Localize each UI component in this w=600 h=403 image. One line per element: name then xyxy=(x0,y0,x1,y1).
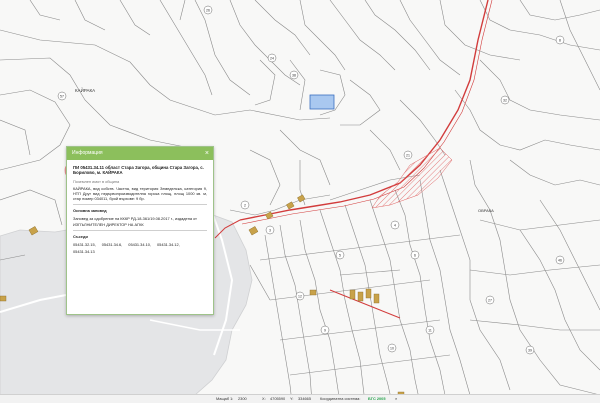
parcel-num-39: 39 xyxy=(528,348,532,352)
parcel-subtitle: Поземлен имот в община xyxy=(73,179,120,185)
parcel-title: ПИ 05431.34.11 област Стара Загора, общи… xyxy=(73,165,204,176)
parcel-num-9: 9 xyxy=(324,328,326,332)
neighbor-link[interactable]: 05431.34.10, xyxy=(128,242,151,247)
parcel-num-24: 24 xyxy=(270,56,274,60)
parcel-num-12: 12 xyxy=(298,294,302,298)
parcel-description: КАЙРАКА, вид собств. Частна, вид територ… xyxy=(73,185,207,202)
parcel-num-27: 27 xyxy=(488,298,492,302)
neighbors-heading: Съседи xyxy=(73,229,207,239)
popup-body: ПИ 05431.34.11 област Стара Загора, общи… xyxy=(67,160,213,259)
x-value: 4705590 xyxy=(270,396,286,401)
scale-value: 2300 xyxy=(238,396,247,401)
parcel-num-5: 5 xyxy=(339,253,341,257)
locality-label-ovraka: ОВРАКА xyxy=(478,208,494,213)
parcel-num-4: 4 xyxy=(394,223,396,227)
neighbors-list: 05431.32.15, 05431.34.6, 05431.34.10, 05… xyxy=(73,242,207,254)
popup-header-title: Информация xyxy=(72,150,103,156)
parcel-num-3: 3 xyxy=(269,228,271,232)
scale-label: Мащаб 1: xyxy=(216,396,234,401)
parcel-num-2: 2 xyxy=(244,203,246,207)
neighbor-link[interactable]: 05431.34.6, xyxy=(102,242,123,247)
neighbor-link[interactable]: 05431.32.15, xyxy=(73,242,96,247)
close-icon[interactable]: × xyxy=(205,147,209,160)
locality-label-kairaka: КАЙРАКА xyxy=(75,86,95,93)
popup-header: Информация × xyxy=(67,147,213,160)
crs-label: Координатна система: xyxy=(320,396,361,401)
y-value: 334665 xyxy=(298,396,311,401)
status-bar: Мащаб 1: 2300 X: 4705590 Y: 334665 Коорд… xyxy=(0,394,600,403)
info-popup[interactable]: Информация × ПИ 05431.34.11 област Стара… xyxy=(66,146,214,315)
neighbor-link[interactable]: 05431.34.12, xyxy=(157,242,180,247)
parcel-num-26: 26 xyxy=(206,8,210,12)
selected-parcel[interactable] xyxy=(309,94,335,110)
parcel-num-6: 6 xyxy=(414,253,416,257)
parcel-num-38: 38 xyxy=(292,73,296,77)
parcel-num-32: 32 xyxy=(503,98,507,102)
parcel-num-10: 10 xyxy=(390,346,394,350)
neighbor-link[interactable]: 05431.34.13 xyxy=(73,249,95,254)
decree-heading: Основна заповед xyxy=(73,204,207,213)
x-label: X: xyxy=(262,396,266,401)
parcel-num-11: 11 xyxy=(428,328,432,332)
parcel-num-21: 21 xyxy=(406,153,410,157)
y-label: Y: xyxy=(290,396,294,401)
parcel-num-8: 8 xyxy=(559,38,561,42)
zoom-icon[interactable]: ⌕ xyxy=(395,395,397,403)
parcel-num-46: 46 xyxy=(558,258,562,262)
crs-value[interactable]: БГС 2005 xyxy=(368,395,386,403)
decree-text: Заповед за одобрение на КККР РД-18-361/1… xyxy=(73,216,197,227)
parcel-num-57: 57 xyxy=(60,94,64,98)
